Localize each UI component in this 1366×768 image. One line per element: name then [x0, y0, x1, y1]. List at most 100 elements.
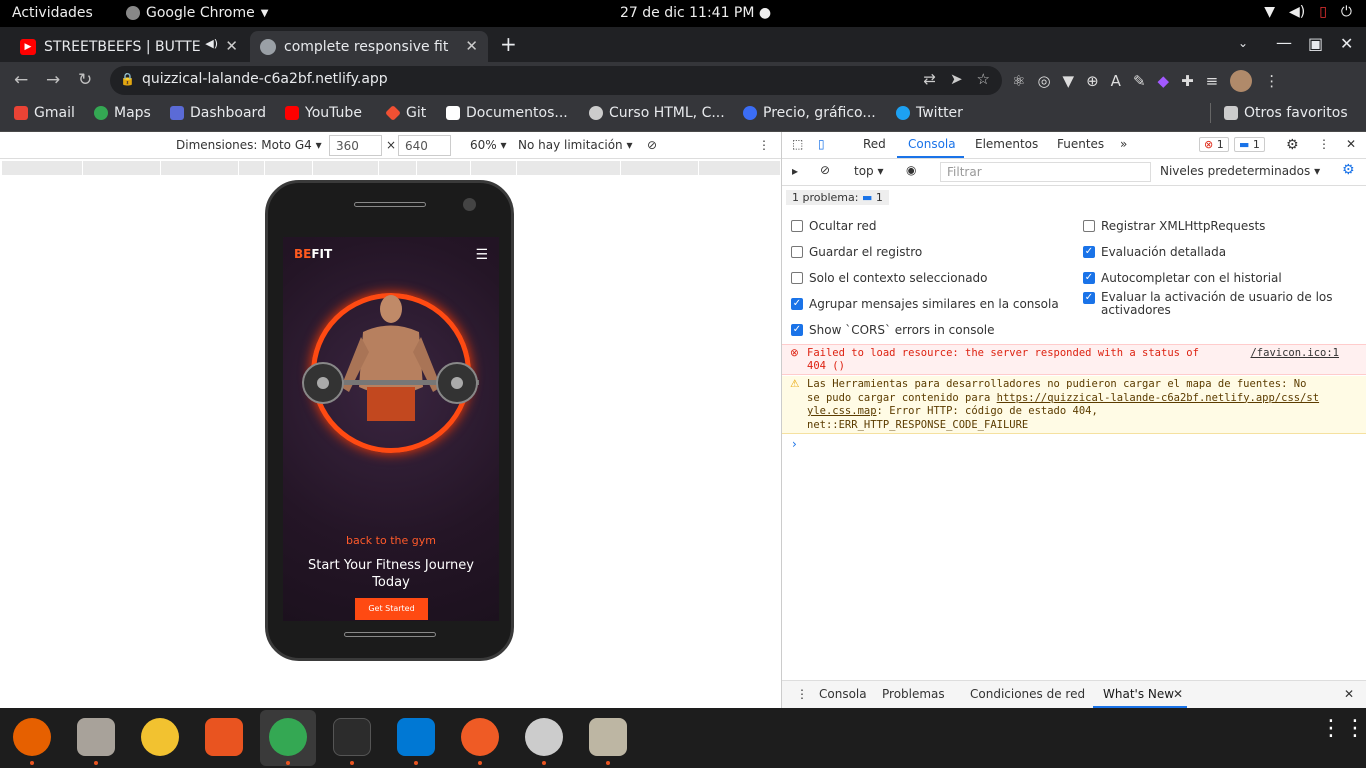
media-queue-icon[interactable]: ≡ — [1206, 72, 1219, 90]
bookmark-star-icon[interactable]: ☆ — [977, 70, 990, 88]
close-tab-icon[interactable]: ✕ — [225, 37, 238, 55]
option-autocompletar[interactable]: ✓ Autocompletar con el historial — [1083, 271, 1282, 285]
tab-search-icon[interactable]: ⌄ — [1238, 36, 1248, 50]
throttle-select[interactable]: No hay limitación ▾ — [518, 138, 633, 152]
archive-icon[interactable] — [589, 718, 627, 756]
bookmark-otros-favoritos[interactable]: Otros favoritos — [1224, 105, 1348, 121]
checkbox[interactable]: ✓ — [791, 324, 803, 336]
checkbox[interactable] — [791, 246, 803, 258]
sourcemap-link-cont[interactable]: yle.css.map — [807, 405, 877, 417]
bookmark-youtube[interactable]: YouTube — [285, 105, 362, 121]
rotate-icon[interactable]: ⊘ — [647, 138, 657, 152]
checkbox[interactable]: ✓ — [1083, 246, 1095, 258]
more-menu-icon[interactable]: ⋮ — [1318, 137, 1330, 151]
terminal-icon[interactable] — [333, 718, 371, 756]
context-select[interactable]: top ▾ — [854, 164, 884, 178]
close-window-button[interactable]: ✕ — [1340, 34, 1353, 53]
new-tab-button[interactable]: + — [500, 32, 517, 56]
json-viewer-icon[interactable]: ⊕ — [1086, 72, 1099, 90]
drawer-tab-condiciones[interactable]: Condiciones de red — [970, 687, 1085, 701]
reload-button[interactable]: ↻ — [78, 70, 92, 90]
console-warning-row[interactable]: ⚠ Las Herramientas para desarrolladores … — [782, 376, 1366, 434]
target-icon[interactable]: ◎ — [1037, 72, 1050, 90]
option-registrar-xhr[interactable]: Registrar XMLHttpRequests — [1083, 219, 1265, 233]
live-expression-eye-icon[interactable]: ◉ — [906, 163, 916, 177]
checkbox[interactable] — [1083, 220, 1095, 232]
extensions-puzzle-icon[interactable]: ✚ — [1181, 72, 1194, 90]
width-input[interactable]: 360 — [329, 135, 382, 156]
option-evaluacion-detallada[interactable]: ✓ Evaluación detallada — [1083, 245, 1226, 259]
minimize-button[interactable]: — — [1276, 33, 1292, 52]
clear-console-icon[interactable]: ⊘ — [820, 163, 830, 177]
issues-bar[interactable]: 1 problema: ▬ 1 — [786, 190, 889, 205]
device-select[interactable]: Dimensiones: Moto G4 ▾ — [176, 138, 322, 152]
option-agrupar-mensajes[interactable]: ✓ Agrupar mensajes similares en la consol… — [791, 297, 1059, 311]
option-solo-contexto[interactable]: Solo el contexto seleccionado — [791, 271, 988, 285]
bookmark-git[interactable]: Git — [385, 105, 426, 121]
media-query-ruler[interactable] — [2, 161, 780, 175]
figma-icon[interactable]: ◆ — [1158, 72, 1170, 90]
system-tray[interactable]: ▼ ◀) ▯ ⏻ — [1264, 4, 1352, 20]
maximize-button[interactable]: ▣ — [1308, 34, 1323, 53]
error-count-badge[interactable]: ⊗ 1 — [1199, 137, 1229, 152]
option-show-cors[interactable]: ✓ Show `CORS` errors in console — [791, 323, 995, 337]
activities-button[interactable]: Actividades — [12, 5, 93, 21]
bookmark-dashboard[interactable]: Dashboard — [170, 105, 266, 121]
drawer-tab-consola[interactable]: Consola — [819, 687, 867, 701]
close-devtools-icon[interactable]: ✕ — [1346, 137, 1356, 151]
height-input[interactable]: 640 — [398, 135, 451, 156]
more-options-icon[interactable]: ⋮ — [758, 138, 770, 152]
filter-input[interactable]: Filtrar — [940, 162, 1151, 182]
software-icon[interactable] — [205, 718, 243, 756]
checkbox[interactable] — [791, 272, 803, 284]
close-tab-icon[interactable]: ✕ — [465, 37, 478, 55]
firefox-icon[interactable] — [13, 718, 51, 756]
tab-red[interactable]: Red — [863, 137, 886, 151]
bookmark-curso[interactable]: Curso HTML, C... — [589, 105, 725, 121]
settings-gear-icon[interactable]: ⚙ — [1286, 137, 1299, 153]
levels-select[interactable]: Niveles predeterminados ▾ — [1160, 164, 1320, 178]
more-menu-icon[interactable]: ⋮ — [1264, 72, 1279, 90]
vue-devtools-icon[interactable]: ▼ — [1063, 72, 1075, 90]
send-icon[interactable]: ➤ — [950, 70, 963, 88]
drawer-tab-problemas[interactable]: Problemas — [882, 687, 945, 701]
avatar[interactable] — [1230, 70, 1253, 92]
bookmark-gmail[interactable]: Gmail — [14, 105, 75, 121]
postman-icon[interactable] — [461, 718, 499, 756]
checkbox[interactable]: ✓ — [1083, 292, 1095, 304]
color-picker-icon[interactable]: ✎ — [1133, 72, 1146, 90]
error-source-link[interactable]: /favicon.ico:1 — [1250, 347, 1339, 360]
translate-icon[interactable]: ⇄ — [923, 70, 936, 88]
tab-fuentes[interactable]: Fuentes — [1057, 137, 1104, 151]
angular-icon[interactable]: A — [1111, 72, 1121, 90]
address-bar[interactable]: 🔒 quizzical-lalande-c6a2bf.netlify.app ⇄… — [110, 66, 1002, 95]
tab-streetbeefs[interactable]: ▶ STREETBEEFS | BUTTE ◀) ✕ — [10, 31, 248, 62]
inspect-element-icon[interactable]: ⬚ — [792, 137, 803, 151]
chrome-icon[interactable] — [269, 718, 307, 756]
drawer-menu-icon[interactable]: ⋮ — [796, 687, 808, 701]
bookmark-maps[interactable]: Maps — [94, 105, 151, 121]
app-menu[interactable]: Google Chrome ▼ — [126, 5, 268, 21]
zoom-select[interactable]: 60% ▾ — [470, 138, 507, 152]
react-devtools-icon[interactable]: ⚛ — [1012, 72, 1025, 90]
rhythmbox-icon[interactable] — [141, 718, 179, 756]
option-guardar-registro[interactable]: Guardar el registro — [791, 245, 922, 259]
sidebar-toggle-icon[interactable]: ▸ — [792, 164, 798, 178]
console-error-row[interactable]: ⊗ Failed to load resource: the server re… — [782, 344, 1366, 375]
bookmark-twitter[interactable]: Twitter — [896, 105, 963, 121]
sourcemap-link[interactable]: https://quizzical-lalande-c6a2bf.netlify… — [997, 392, 1319, 404]
drawer-tab-whats-new[interactable]: What's New — [1103, 687, 1174, 701]
console-prompt[interactable]: › — [792, 437, 797, 451]
device-toggle-icon[interactable]: ▯ — [818, 137, 825, 151]
option-ocultar-red[interactable]: Ocultar red — [791, 219, 876, 233]
checkbox[interactable] — [791, 220, 803, 232]
app-grid-icon[interactable]: ⋮⋮⋮ — [1320, 718, 1366, 740]
site-screen[interactable]: BEFIT ☰ back to the gym Start Your Fitne… — [283, 237, 499, 621]
back-button[interactable]: ← — [14, 70, 28, 90]
close-drawer-icon[interactable]: ✕ — [1344, 687, 1354, 701]
forward-button[interactable]: → — [46, 70, 60, 90]
tab-elementos[interactable]: Elementos — [975, 137, 1038, 151]
get-started-button[interactable]: Get Started — [355, 598, 428, 620]
bookmark-precio[interactable]: Precio, gráfico... — [743, 105, 876, 121]
close-drawer-tab-icon[interactable]: ✕ — [1173, 687, 1183, 701]
